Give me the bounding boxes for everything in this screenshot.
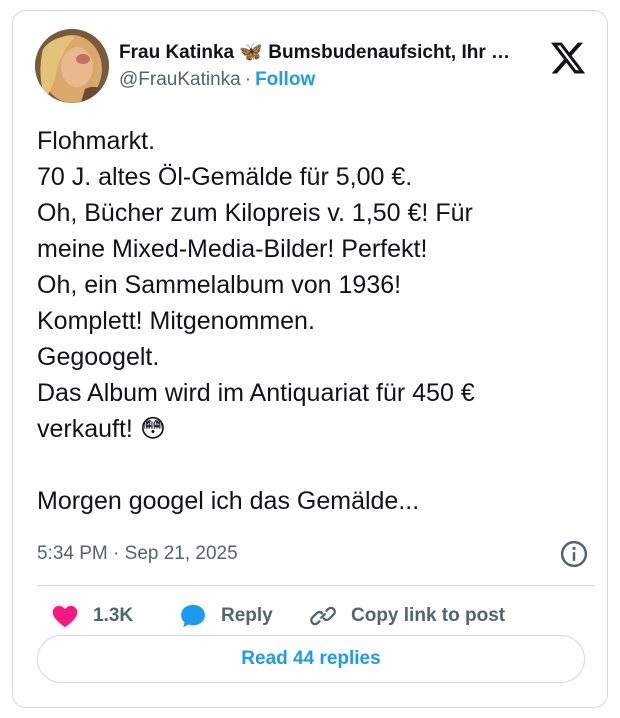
avatar[interactable] [35,29,109,103]
read-replies-label: Read 44 replies [241,648,381,669]
tweet-line [37,447,593,483]
tweet-text: Flohmarkt. 70 J. altes Öl-Gemälde für 5,… [37,123,593,519]
tweet-line: Das Album wird im Antiquariat für 450 € [37,379,475,407]
link-icon [310,606,336,626]
read-replies-button[interactable]: Read 44 replies [37,635,585,683]
tweet-line: 70 J. altes Öl-Gemälde für 5,00 €. [37,163,413,191]
author-handle[interactable]: @FrauKatinka [119,69,241,90]
tweet-line: Flohmarkt. [37,127,156,155]
tweet-line: Oh, Bücher zum Kilopreis v. 1,50 €! Für [37,199,473,227]
handle-row: @FrauKatinka · Follow [119,67,539,93]
timestamp-link[interactable]: 5:34 PM · Sep 21, 2025 [37,542,238,566]
tweet-line: Komplett! Mitgenommen. [37,307,315,335]
copy-link-label: Copy link to post [351,605,506,626]
like-button[interactable]: 1.3K [51,599,133,633]
tweet-line: Gegoogelt. [37,343,160,371]
divider [37,585,595,586]
follow-link[interactable]: Follow [255,69,315,90]
reply-label: Reply [221,605,273,626]
speech-bubble-icon [181,604,205,628]
tweet-line: Morgen googel ich das Gemälde... [37,487,420,515]
action-bar: 1.3K Reply Copy link to post [37,599,593,633]
tweet-line: meine Mixed-Media-Bilder! Perfekt! [37,235,428,263]
tweet-header: Frau Katinka 🦋 Bumsbudenaufsicht, Ihr … … [35,29,587,103]
tweet-meta: 5:34 PM · Sep 21, 2025 [37,536,589,572]
separator-dot: · [244,69,252,90]
like-count: 1.3K [93,605,134,626]
tweet-line: Oh, ein Sammelalbum von 1936! [37,271,402,299]
avatar-image [35,29,109,103]
info-icon[interactable] [559,539,589,569]
reply-button[interactable]: Reply [179,599,273,633]
tweet-line: verkauft! 😳 [37,415,166,443]
author-info: Frau Katinka 🦋 Bumsbudenaufsicht, Ihr … … [119,41,539,93]
heart-icon [52,605,78,628]
copy-link-button[interactable]: Copy link to post [309,599,505,633]
tweet-card: Frau Katinka 🦋 Bumsbudenaufsicht, Ihr … … [12,10,608,708]
x-logo-icon[interactable] [549,39,587,77]
author-display-name[interactable]: Frau Katinka 🦋 Bumsbudenaufsicht, Ihr … [119,41,539,65]
